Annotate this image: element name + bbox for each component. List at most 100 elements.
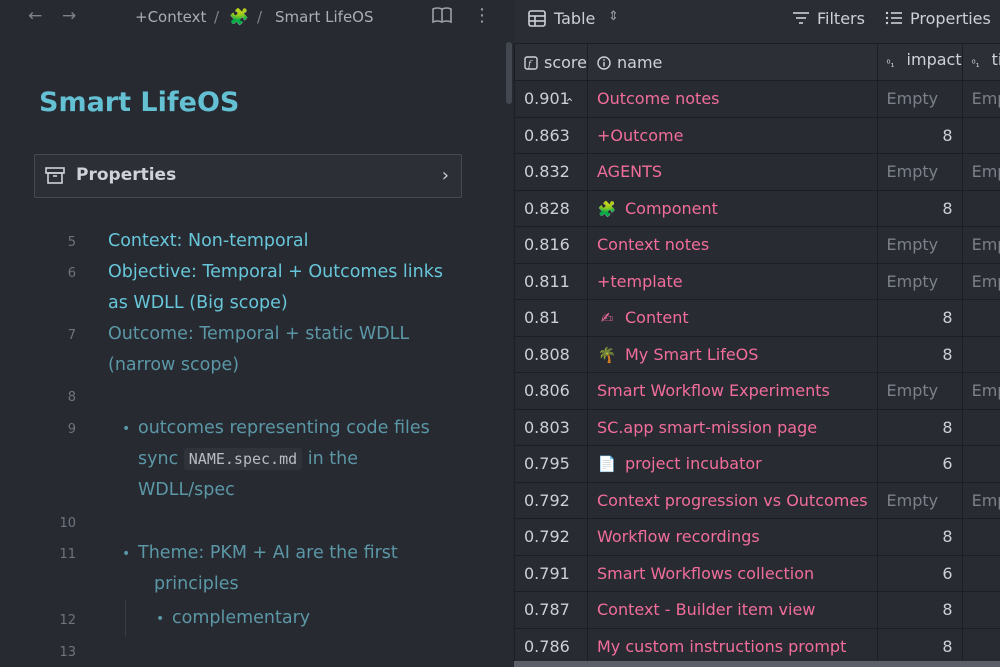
timeline-cell[interactable]: 7 — [961, 408, 1000, 446]
name-link-cell[interactable]: Context progression vs Outcomes — [587, 481, 878, 519]
chevron-up-down-icon[interactable]: ⇕ — [608, 9, 619, 24]
name-link-cell[interactable]: SC.app smart-mission page — [587, 408, 878, 446]
timeline-cell[interactable]: 8 — [961, 627, 1000, 665]
name-link-cell[interactable]: 🧩 Component — [587, 189, 878, 227]
score-cell[interactable]: 0.828 — [514, 189, 588, 227]
column-header-timeline[interactable]: ⁰₁ timeline — [961, 43, 1000, 81]
impact-cell[interactable]: 8 — [876, 189, 963, 227]
timeline-cell[interactable]: Empty — [961, 481, 1000, 519]
editor-scrollbar[interactable] — [506, 42, 512, 104]
column-header-name[interactable]: name — [587, 43, 878, 81]
back-arrow-icon[interactable]: ← — [28, 6, 42, 26]
note-name[interactable]: project incubator — [625, 454, 762, 473]
score-cell[interactable]: 0.816 — [514, 226, 588, 264]
table-row[interactable]: 0.828 🧩 Component 88 — [514, 189, 1000, 227]
impact-cell[interactable]: 8 — [876, 591, 963, 629]
properties-button[interactable]: Properties — [910, 9, 991, 28]
table-row[interactable]: 0.803 SC.app smart-mission page 87 — [514, 408, 1000, 446]
impact-cell[interactable]: Empty — [876, 153, 963, 191]
impact-cell[interactable]: Empty — [876, 226, 963, 264]
impact-cell[interactable]: 8 — [876, 116, 963, 154]
score-cell[interactable]: 0.791 — [514, 554, 588, 592]
table-row[interactable]: 0.901 Outcome notes EmptyEmpty — [514, 80, 1000, 118]
table-row[interactable]: 0.808 🌴 My Smart LifeOS 88 — [514, 335, 1000, 373]
score-cell[interactable]: 0.863 — [514, 116, 588, 154]
timeline-cell[interactable]: 6 — [961, 445, 1000, 483]
table-row[interactable]: 0.81 ✍ Content 88 — [514, 299, 1000, 337]
name-link-cell[interactable]: Workflow recordings — [587, 518, 878, 556]
name-link-cell[interactable]: ✍ Content — [587, 299, 878, 337]
timeline-cell[interactable]: Empty — [961, 372, 1000, 410]
timeline-cell[interactable]: 3 — [961, 554, 1000, 592]
timeline-cell[interactable]: Empty — [961, 153, 1000, 191]
impact-cell[interactable]: Empty — [876, 262, 963, 300]
column-header-impact[interactable]: ⁰₁ impact — [876, 43, 963, 81]
impact-cell[interactable]: Empty — [876, 481, 963, 519]
timeline-cell[interactable]: 8 — [961, 299, 1000, 337]
note-name[interactable]: Workflow recordings — [597, 527, 760, 546]
impact-cell[interactable]: 8 — [876, 518, 963, 556]
name-link-cell[interactable]: +template — [587, 262, 878, 300]
table-row[interactable]: 0.795 📄 project incubator 66 — [514, 445, 1000, 483]
note-name[interactable]: Smart Workflows collection — [597, 564, 814, 583]
score-cell[interactable]: 0.811 — [514, 262, 588, 300]
impact-cell[interactable]: 8 — [876, 335, 963, 373]
impact-cell[interactable]: 6 — [876, 554, 963, 592]
view-selector-label[interactable]: Table — [554, 9, 595, 28]
score-cell[interactable]: 0.832 — [514, 153, 588, 191]
impact-cell[interactable]: 8 — [876, 627, 963, 665]
table-row[interactable]: 0.786 My custom instructions prompt 88 — [514, 627, 1000, 665]
breadcrumb-current[interactable]: Smart LifeOS — [275, 8, 374, 26]
table-row[interactable]: 0.811 +template EmptyEmpty — [514, 262, 1000, 300]
score-cell[interactable]: 0.806 — [514, 372, 588, 410]
table-row[interactable]: 0.863 +Outcome 88 — [514, 116, 1000, 154]
filters-button[interactable]: Filters — [817, 9, 865, 28]
note-name[interactable]: My Smart LifeOS — [625, 345, 758, 364]
name-link-cell[interactable]: +Outcome — [587, 116, 878, 154]
timeline-cell[interactable]: 8 — [961, 518, 1000, 556]
name-link-cell[interactable]: Outcome notes — [587, 80, 878, 118]
timeline-cell[interactable]: Empty — [961, 80, 1000, 118]
note-name[interactable]: My custom instructions prompt — [597, 637, 846, 656]
timeline-cell[interactable]: 8 — [961, 116, 1000, 154]
timeline-cell[interactable]: 6 — [961, 591, 1000, 629]
score-cell[interactable]: 0.81 — [514, 299, 588, 337]
note-name[interactable]: +Outcome — [597, 126, 683, 145]
properties-panel[interactable]: Properties › — [34, 154, 462, 198]
score-cell[interactable]: 0.787 — [514, 591, 588, 629]
name-link-cell[interactable]: 🌴 My Smart LifeOS — [587, 335, 878, 373]
score-cell[interactable]: 0.808 — [514, 335, 588, 373]
table-row[interactable]: 0.787 Context - Builder item view 86 — [514, 591, 1000, 629]
breadcrumb-parent[interactable]: +Context — [135, 8, 206, 26]
reading-view-book-icon[interactable] — [432, 6, 452, 28]
horizontal-scrollbar[interactable] — [514, 661, 1000, 667]
name-link-cell[interactable]: AGENTS — [587, 153, 878, 191]
score-cell[interactable]: 0.792 — [514, 481, 588, 519]
note-name[interactable]: AGENTS — [597, 162, 662, 181]
score-cell[interactable]: 0.792 — [514, 518, 588, 556]
name-link-cell[interactable]: My custom instructions prompt — [587, 627, 878, 665]
column-header-score[interactable]: f score ⌃ — [514, 43, 588, 110]
score-cell[interactable]: 0.901 — [514, 80, 588, 118]
note-name[interactable]: Outcome notes — [597, 89, 720, 108]
score-cell[interactable]: 0.786 — [514, 627, 588, 665]
impact-cell[interactable]: Empty — [876, 372, 963, 410]
note-name[interactable]: Smart Workflow Experiments — [597, 381, 830, 400]
table-grid-icon[interactable] — [528, 10, 546, 31]
timeline-cell[interactable]: 8 — [961, 189, 1000, 227]
name-link-cell[interactable]: Context - Builder item view — [587, 591, 878, 629]
impact-cell[interactable]: 6 — [876, 445, 963, 483]
impact-cell[interactable]: 8 — [876, 408, 963, 446]
more-options-icon[interactable]: ⋮ — [473, 5, 491, 26]
chevron-right-icon[interactable]: › — [442, 165, 449, 186]
timeline-cell[interactable]: Empty — [961, 262, 1000, 300]
score-cell[interactable]: 0.795 — [514, 445, 588, 483]
table-row[interactable]: 0.792 Context progression vs Outcomes Empt… — [514, 481, 1000, 519]
table-row[interactable]: 0.806 Smart Workflow Experiments EmptyEmpt… — [514, 372, 1000, 410]
filter-icon[interactable] — [792, 10, 810, 29]
impact-cell[interactable]: Empty — [876, 80, 963, 118]
note-name[interactable]: Context - Builder item view — [597, 600, 815, 619]
name-link-cell[interactable]: Smart Workflow Experiments — [587, 372, 878, 410]
name-link-cell[interactable]: 📄 project incubator — [587, 445, 878, 483]
note-name[interactable]: Context progression vs Outcomes — [597, 491, 868, 510]
